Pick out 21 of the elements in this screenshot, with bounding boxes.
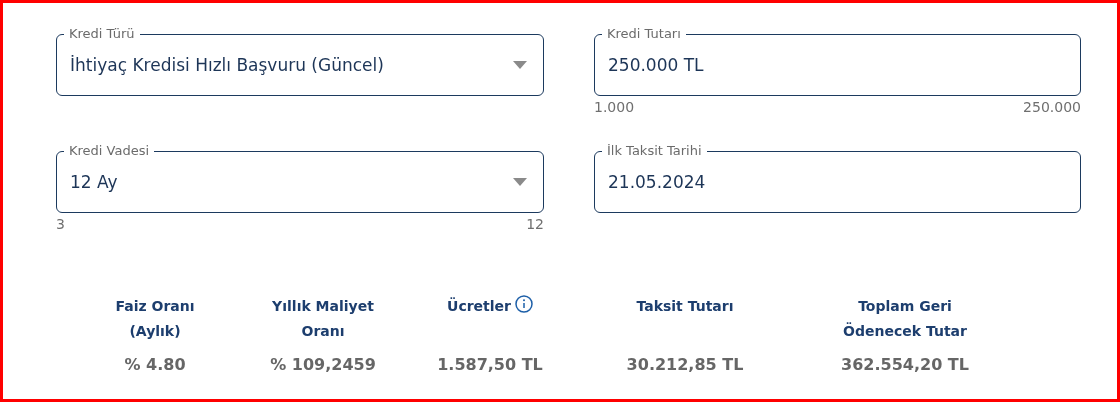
- summary-heading: Yıllık Maliyet Oranı: [272, 297, 374, 341]
- select-field[interactable]: Kredi Türü İhtiyaç Kredisi Hızlı Başvuru (Güncel): [56, 25, 544, 96]
- select-field[interactable]: Kredi Vadesi 12 Ay: [56, 142, 544, 213]
- summary-value: 30.212,85 TL: [626, 355, 744, 374]
- range-max: 250.000: [1023, 99, 1081, 115]
- summary-value: 362.554,20 TL: [841, 355, 969, 374]
- summary-heading: Toplam Geri Ödenecek Tutar: [843, 297, 967, 341]
- summary-heading: Ücretler: [447, 296, 511, 316]
- caret-icon: [513, 178, 527, 186]
- summary-heading: Faiz Oranı (Aylık): [115, 297, 195, 341]
- range-max: 12: [526, 216, 544, 232]
- input-field[interactable]: İlk Taksit Tarihi 21.05.2024: [594, 142, 1081, 213]
- summary-value: % 109,2459: [270, 355, 376, 374]
- summary-heading: Taksit Tutarı: [636, 297, 734, 316]
- summary-value: 1.587,50 TL: [437, 355, 543, 374]
- summary-value: % 4.80: [124, 355, 186, 374]
- info-icon[interactable]: [515, 295, 533, 313]
- range-min: 3: [56, 216, 65, 232]
- range-min: 1.000: [594, 99, 635, 115]
- caret-icon: [513, 61, 527, 69]
- input-field[interactable]: Kredi Tutarı 250.000 TL: [594, 25, 1081, 96]
